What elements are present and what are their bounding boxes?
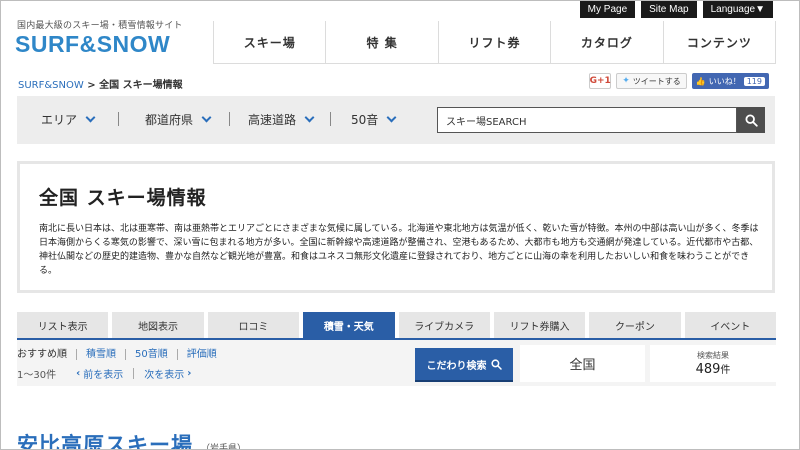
tweet-label: ツイートする (632, 76, 681, 86)
result-count-label: 検索結果 (697, 351, 729, 360)
filter-area-dropdown[interactable]: エリア (41, 111, 96, 128)
sort-by-snow[interactable]: 積雪順 (76, 349, 125, 360)
tab-coupons[interactable]: クーポン (589, 312, 681, 338)
region-description: 南北に長い日本は、北は亜寒帯、南は亜熱帯とエリアごとにさまざまな気候に属している… (39, 224, 759, 276)
prev-page-link[interactable]: ‹ 前を表示 (76, 366, 123, 381)
chevron-right-icon: › (187, 368, 192, 379)
site-logo[interactable]: SURF&SNOW (15, 31, 170, 58)
gnav-item-ski-resorts[interactable]: スキー場 (214, 21, 327, 63)
filter-prefecture-dropdown[interactable]: 都道府県 (145, 111, 212, 128)
gnav-item-contents[interactable]: コンテンツ (664, 21, 777, 63)
filter-syllabary-label: 50音 (351, 113, 379, 127)
search-button[interactable] (737, 107, 765, 133)
next-page-label: 次を表示 (144, 370, 185, 381)
sort-bar: おすすめ順 積雪順 50音順 評価順 1〜30件 ‹ 前を表示 次を表示 › こ… (17, 340, 776, 386)
filter-separator (118, 112, 119, 126)
result-count-value: 489件 (696, 361, 731, 377)
chevron-down-icon (304, 112, 315, 123)
tweet-button[interactable]: ✦ ツイートする (616, 73, 687, 89)
advanced-search-label: こだわり検索 (426, 360, 487, 372)
tab-lift-ticket-purchase[interactable]: リフト券購入 (493, 312, 586, 338)
result-count-number: 489 (695, 362, 721, 377)
gnav-item-lift-tickets[interactable]: リフト券 (439, 21, 552, 63)
advanced-search-button[interactable]: こだわり検索 (415, 348, 513, 380)
chevron-down-icon (201, 112, 212, 123)
gnav-item-catalog[interactable]: カタログ (551, 21, 664, 63)
ski-resort-search-input[interactable]: スキー場SEARCH (437, 107, 737, 133)
breadcrumb-current: 全国 スキー場情報 (99, 80, 183, 91)
page-frame: My Page Site Map Language▼ 国内最大級のスキー場・積雪… (0, 0, 800, 450)
filter-bar: エリア 都道府県 高速道路 50音 スキー場SEARCH (17, 96, 775, 144)
tab-events[interactable]: イベント (684, 312, 776, 338)
google-plus-button[interactable]: G+1 (589, 73, 612, 89)
sort-by-syllabary[interactable]: 50音順 (125, 349, 177, 360)
gnav-divider (213, 63, 776, 64)
global-nav: スキー場 特 集 リフト券 カタログ コンテンツ (213, 21, 777, 63)
filter-expressway-dropdown[interactable]: 高速道路 (248, 111, 315, 128)
pager-separator (133, 368, 135, 379)
sort-options: おすすめ順 積雪順 50音順 評価順 (17, 349, 226, 360)
chevron-down-icon (85, 112, 96, 123)
tab-live-camera[interactable]: ライブカメラ (398, 312, 490, 338)
filter-separator (330, 112, 331, 126)
tab-snow-weather[interactable]: 積雪・天気 (303, 312, 395, 338)
result-range: 1〜30件 (17, 370, 57, 381)
prev-page-label: 前を表示 (83, 370, 124, 381)
search-result-count: 検索結果 489件 (650, 345, 776, 382)
resort-title-link[interactable]: 安比高原スキー場 (17, 429, 193, 449)
gnav-item-features[interactable]: 特 集 (326, 21, 439, 63)
chevron-down-icon (386, 112, 397, 123)
tab-map-view[interactable]: 地図表示 (112, 312, 204, 338)
sort-by-rating[interactable]: 評価順 (176, 349, 226, 360)
result-count-unit: 件 (720, 365, 731, 376)
facebook-like-button[interactable]: 👍 いいね！ 119 (691, 73, 769, 89)
like-label: いいね！ (708, 76, 741, 86)
tab-reviews[interactable]: ロコミ (207, 312, 300, 338)
page-title: 全国 スキー場情報 (39, 187, 207, 209)
my-page-link[interactable]: My Page (579, 1, 636, 18)
thumbs-up-icon: 👍 (695, 76, 706, 86)
search-icon (490, 358, 502, 370)
tab-list-view[interactable]: リスト表示 (17, 312, 109, 338)
social-buttons: G+1 ✦ ツイートする 👍 いいね！ 119 (589, 73, 769, 89)
language-dropdown[interactable]: Language▼ (702, 1, 773, 18)
site-map-link[interactable]: Site Map (641, 1, 697, 18)
filter-prefecture-label: 都道府県 (145, 113, 194, 127)
current-region: 全国 (520, 345, 645, 382)
filter-area-label: エリア (41, 113, 78, 127)
breadcrumb-home-link[interactable]: SURF&SNOW (18, 80, 84, 91)
filter-separator (229, 112, 230, 126)
brand-tagline: 国内最大級のスキー場・積雪情報サイト (17, 21, 183, 31)
filter-expressway-label: 高速道路 (248, 113, 297, 127)
top-utility-links: My Page Site Map Language▼ (579, 1, 773, 18)
search-icon (744, 113, 758, 127)
view-tabs: リスト表示 地図表示 ロコミ 積雪・天気 ライブカメラ リフト券購入 クーポン … (17, 312, 776, 338)
breadcrumb: SURF&SNOW > 全国 スキー場情報 (18, 76, 183, 91)
resort-prefecture: （岩手県） (201, 444, 247, 450)
twitter-bird-icon: ✦ (622, 76, 630, 86)
region-info-card: 全国 スキー場情報 南北に長い日本は、北は亜寒帯、南は亜熱帯とエリアごとにさまざ… (17, 161, 775, 293)
next-page-link[interactable]: 次を表示 › (144, 366, 191, 381)
filter-syllabary-dropdown[interactable]: 50音 (351, 111, 397, 128)
chevron-left-icon: ‹ (76, 368, 81, 379)
like-count: 119 (743, 76, 765, 86)
breadcrumb-separator: > (83, 80, 100, 91)
sort-recommended: おすすめ順 (17, 349, 67, 360)
pagination: 1〜30件 ‹ 前を表示 次を表示 › (17, 366, 191, 381)
